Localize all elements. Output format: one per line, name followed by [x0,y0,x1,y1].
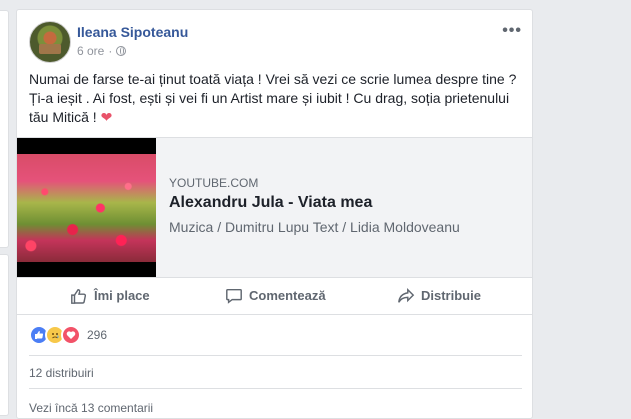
post-author[interactable]: Ileana Sipoteanu [77,24,188,40]
left-column-card [0,254,9,416]
share-label: Distribuie [421,288,481,303]
comment-button[interactable]: Comentează [225,277,326,314]
meta-separator: · [108,44,113,58]
thumbs-up-icon [71,288,87,304]
heart-emoji-icon: ❤ [100,109,113,125]
reactions-count: 296 [87,328,108,342]
more-options-icon[interactable]: ••• [502,22,522,40]
feed-post: Ileana Sipoteanu 6 ore · ••• Numai de fa… [16,9,533,419]
globe-icon [116,46,127,56]
post-time[interactable]: 6 ore [77,44,104,58]
link-preview[interactable]: YOUTUBE.COM Alexandru Jula - Viata mea M… [17,137,532,278]
share-button[interactable]: Distribuie [397,277,481,314]
like-label: Îmi place [94,288,150,303]
left-column-card [0,10,9,248]
shares-count-link[interactable]: 12 distribuiri [29,366,94,380]
post-text: Numai de farse te-ai ținut toată viața !… [29,70,529,127]
link-title[interactable]: Alexandru Jula - Viata mea [169,194,372,212]
love-reaction-icon [61,325,81,345]
comment-icon [226,288,242,304]
share-arrow-icon [398,287,415,303]
avatar[interactable] [29,21,71,63]
divider [29,355,522,356]
like-button[interactable]: Îmi place [70,277,150,314]
post-actions-bar: Îmi place Comentează Distribuie [17,277,532,315]
video-thumbnail[interactable] [17,138,156,277]
thumbnail-image [17,154,156,262]
link-description: Muzica / Dumitru Lupu Text / Lidia Moldo… [169,219,460,235]
link-domain: YOUTUBE.COM [169,176,259,190]
post-meta: 6 ore · [77,44,127,58]
divider [29,388,522,389]
comment-label: Comentează [249,288,326,303]
reactions-summary[interactable]: 296 [29,325,107,345]
view-more-comments-link[interactable]: Vezi încă 13 comentarii [29,401,153,415]
